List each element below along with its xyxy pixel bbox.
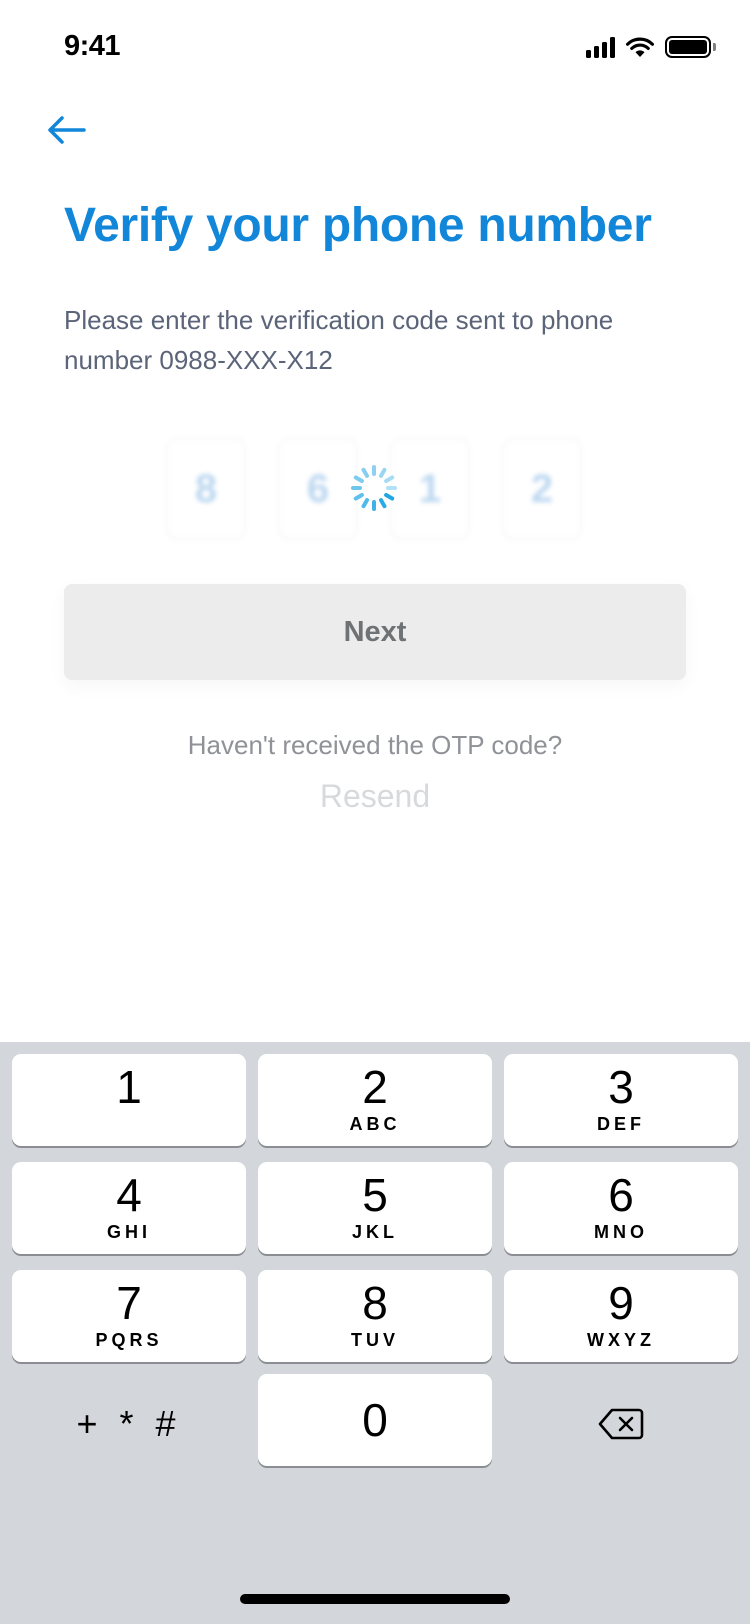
key-digit: 9 (608, 1277, 634, 1329)
key-digit: 1 (116, 1061, 142, 1113)
resend-prompt: Haven't received the OTP code? (187, 730, 563, 760)
symbols-key[interactable]: + * # (12, 1378, 246, 1470)
key-6[interactable]: 6 MNO (504, 1162, 738, 1254)
otp-digit-box[interactable]: 1 (390, 438, 470, 540)
key-digit: 3 (608, 1061, 634, 1113)
key-8[interactable]: 8 TUV (258, 1270, 492, 1362)
key-9[interactable]: 9 WXYZ (504, 1270, 738, 1362)
status-time: 9:41 (64, 30, 121, 62)
key-digit: 0 (362, 1394, 388, 1446)
key-1[interactable]: 1 (12, 1054, 246, 1146)
key-letters: DEF (597, 1114, 645, 1134)
subtitle: Please enter the verification code sent … (64, 305, 614, 375)
wifi-icon (626, 37, 654, 57)
key-letters: GHI (106, 1222, 151, 1242)
key-4[interactable]: 4 GHI (12, 1162, 246, 1254)
otp-digit-box[interactable]: 6 (278, 438, 358, 540)
backspace-key[interactable] (504, 1378, 738, 1470)
key-digit: 5 (362, 1169, 388, 1221)
key-letters: PQRS (95, 1330, 163, 1350)
key-digit: 2 (362, 1061, 388, 1113)
key-letters: ABC (349, 1114, 401, 1134)
status-bar: 9:41 (0, 0, 750, 94)
key-2[interactable]: 2 ABC (258, 1054, 492, 1146)
symbols-label: + * # (76, 1403, 182, 1444)
key-5[interactable]: 5 JKL (258, 1162, 492, 1254)
key-digit: 4 (116, 1169, 142, 1221)
status-icons (586, 34, 716, 60)
back-arrow-icon (48, 116, 86, 144)
resend-link[interactable]: Resend (0, 778, 750, 815)
key-letters: TUV (351, 1330, 399, 1350)
key-0[interactable]: 0 (258, 1374, 492, 1466)
backspace-icon (598, 1408, 644, 1440)
page-title: Verify your phone number (64, 199, 652, 252)
key-7[interactable]: 7 PQRS (12, 1270, 246, 1362)
back-button[interactable] (44, 108, 88, 152)
spinner-icon (351, 465, 397, 511)
key-digit: 8 (362, 1277, 388, 1329)
otp-digit-box[interactable]: 2 (502, 438, 582, 540)
next-button[interactable]: Next (64, 584, 686, 680)
key-digit: 6 (608, 1169, 634, 1221)
key-letters: WXYZ (587, 1330, 655, 1350)
signal-icon (586, 36, 615, 58)
key-letters: MNO (594, 1222, 648, 1242)
numeric-keyboard: 1 2 ABC 3 DEF 4 GHI 5 JKL 6 MNO 7 PQRS 8… (0, 1042, 750, 1624)
battery-icon (665, 36, 716, 58)
key-letters: JKL (351, 1222, 398, 1242)
key-3[interactable]: 3 DEF (504, 1054, 738, 1146)
otp-digit-box[interactable]: 8 (166, 438, 246, 540)
key-digit: 7 (116, 1277, 142, 1329)
home-indicator[interactable] (240, 1594, 510, 1604)
